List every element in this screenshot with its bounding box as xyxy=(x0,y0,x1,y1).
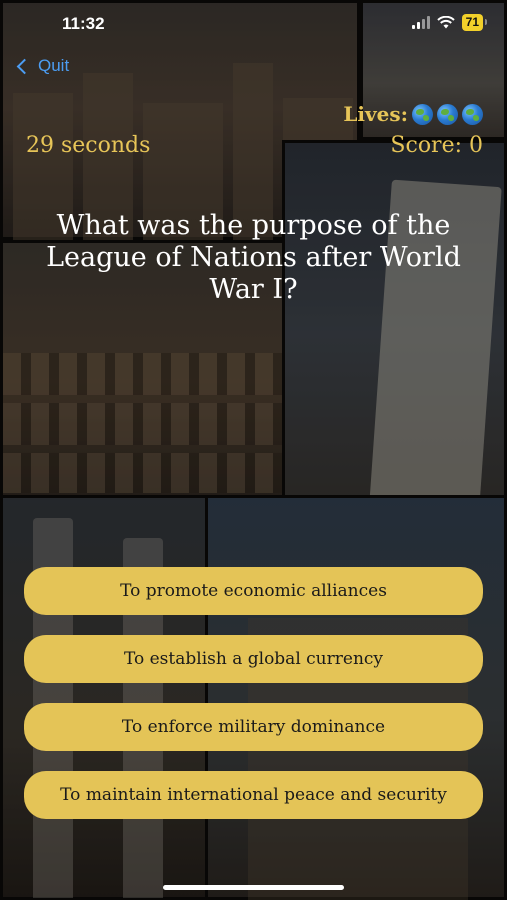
answer-button[interactable]: To promote economic alliances xyxy=(24,567,483,615)
home-indicator[interactable] xyxy=(163,885,344,890)
signal-icon xyxy=(411,16,430,29)
globe-icon xyxy=(437,103,458,125)
lives-label: Lives: xyxy=(343,102,408,126)
back-chevron-icon xyxy=(16,58,33,74)
status-time: 11:32 xyxy=(62,14,105,33)
answer-list: To promote economic alliances To establi… xyxy=(24,567,483,839)
answer-button[interactable]: To maintain international peace and secu… xyxy=(24,771,483,819)
timer-text: 29 seconds xyxy=(26,133,151,158)
score-text: Score: 0 xyxy=(390,133,483,158)
lives-indicator: Lives: xyxy=(343,102,483,126)
status-icons: 71 xyxy=(411,14,488,31)
quit-label: Quit xyxy=(38,56,70,75)
quit-button[interactable]: Quit xyxy=(15,56,69,76)
question-text: What was the purpose of the League of Na… xyxy=(46,210,461,305)
wifi-icon xyxy=(436,16,455,29)
globe-icon xyxy=(462,103,483,125)
answer-button[interactable]: To establish a global currency xyxy=(24,635,483,683)
answer-button[interactable]: To enforce military dominance xyxy=(24,703,483,751)
globe-icon xyxy=(412,103,433,125)
battery-icon: 71 xyxy=(461,14,488,31)
